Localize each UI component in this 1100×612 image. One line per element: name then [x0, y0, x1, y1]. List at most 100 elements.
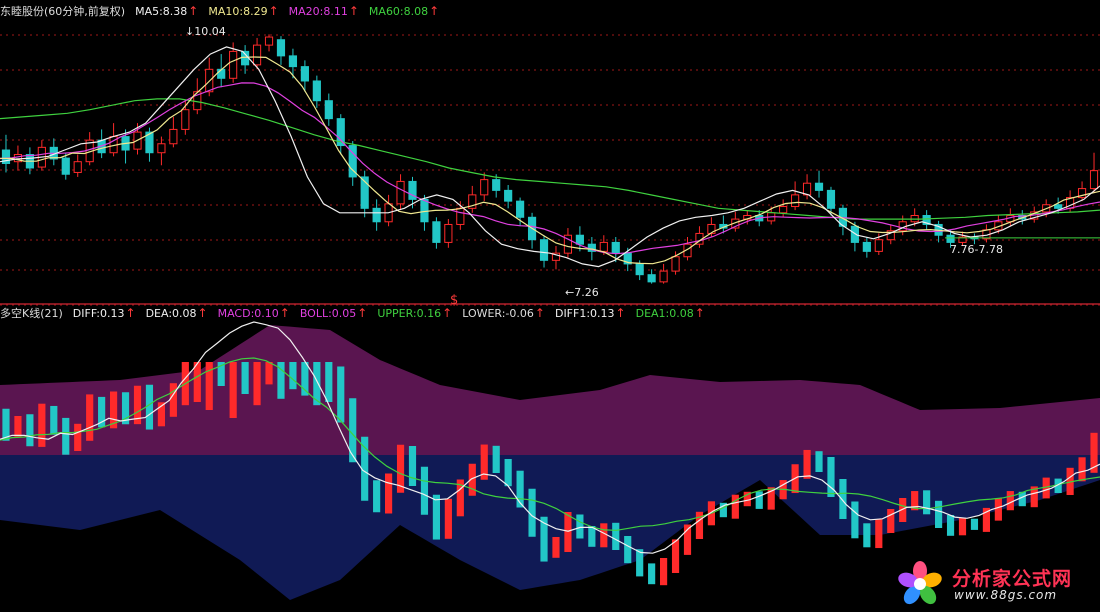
- legend-text: DIFF1:0.13: [554, 307, 615, 320]
- up-arrow-icon: ↑: [268, 4, 279, 18]
- candle-body: [671, 256, 680, 272]
- candle-body: [181, 109, 190, 130]
- macd-bar: [504, 459, 512, 487]
- macd-bar: [660, 558, 668, 586]
- legend-text: 东睦股份(60分钟,前复权): [0, 5, 126, 18]
- legend-item: 多空K线(21): [0, 307, 63, 320]
- macd-bar: [552, 537, 560, 558]
- candle-body: [575, 234, 584, 245]
- candle-body: [504, 189, 513, 202]
- macd-bar: [935, 500, 943, 528]
- candle-body: [814, 182, 824, 191]
- candle-body: [61, 157, 70, 175]
- macd-bar: [62, 417, 70, 455]
- legend-item: UPPER:0.16↑: [377, 306, 453, 320]
- legend-item: DEA1:0.08↑: [636, 306, 705, 320]
- candle-body: [635, 263, 644, 276]
- up-arrow-icon: ↑: [694, 306, 705, 320]
- macd-bar: [408, 446, 417, 486]
- candle-body: [73, 161, 82, 173]
- up-arrow-icon: ↑: [534, 306, 545, 320]
- candle-body: [324, 100, 333, 120]
- up-arrow-icon: ↑: [188, 4, 199, 18]
- upper-band: [0, 325, 1100, 455]
- candle-body: [1054, 204, 1063, 209]
- indicator-legend: 多空K线(21) DIFF:0.13↑ DEA:0.08↑ MACD:0.10↑ BOL…: [0, 306, 715, 320]
- macd-bar: [875, 519, 883, 549]
- candle-body: [826, 189, 836, 209]
- candle-body: [420, 198, 429, 223]
- candle-body: [372, 207, 381, 223]
- macd-bar: [38, 403, 46, 447]
- candle-body: [444, 223, 453, 243]
- macd-bar: [839, 479, 847, 519]
- macd-bar: [265, 362, 273, 385]
- up-arrow-icon: ↑: [197, 306, 208, 320]
- candle-body: [659, 270, 668, 283]
- candle-body: [396, 180, 405, 205]
- macd-bar: [755, 491, 763, 509]
- macd-bar: [731, 494, 739, 519]
- high-price-label: ↓10.04: [185, 25, 226, 38]
- up-arrow-icon: ↑: [357, 306, 368, 320]
- legend-text: DIFF:0.13: [72, 307, 125, 320]
- candle-body: [217, 68, 226, 79]
- up-arrow-icon: ↑: [442, 306, 453, 320]
- macd-bar: [385, 473, 393, 514]
- macd-bar: [958, 517, 967, 536]
- candle-body: [647, 274, 656, 283]
- candle-body: [1089, 170, 1099, 190]
- candle-body: [946, 234, 955, 243]
- macd-bar: [229, 362, 237, 418]
- candle-body: [456, 207, 465, 225]
- macd-bar: [145, 384, 154, 430]
- macd-bar: [1006, 491, 1014, 511]
- watermark-title: 分析家公式网: [952, 568, 1073, 590]
- watermark-url: www.88gs.com: [954, 588, 1058, 602]
- macd-bar: [946, 515, 955, 536]
- candle-body: [779, 206, 788, 214]
- macd-bar: [50, 405, 58, 435]
- legend-text: MA60:8.08: [368, 5, 429, 18]
- macd-bar: [624, 536, 632, 564]
- candle-body: [229, 50, 238, 79]
- macd-bar: [86, 394, 94, 441]
- candle-body: [264, 36, 274, 46]
- macd-bar: [970, 518, 979, 530]
- candle-body: [288, 55, 298, 68]
- candle-body: [300, 66, 309, 82]
- macd-bar: [815, 451, 823, 472]
- candle-body: [276, 39, 286, 57]
- candle-body: [169, 128, 178, 145]
- flower-logo-icon: [898, 561, 942, 605]
- ma60-line: [0, 98, 1100, 220]
- legend-text: MACD:0.10: [217, 307, 279, 320]
- legend-item: 东睦股份(60分钟,前复权): [0, 5, 125, 18]
- macd-bar: [169, 383, 177, 417]
- macd-bar: [612, 522, 620, 550]
- macd-bar: [444, 498, 452, 539]
- candle-body: [252, 44, 262, 66]
- candle-body: [539, 239, 549, 261]
- macd-bar: [74, 423, 82, 451]
- range-label: 7.76-7.78: [950, 243, 1003, 256]
- legend-item: MACD:0.10↑: [217, 306, 290, 320]
- legend-text: 多空K线(21): [0, 307, 63, 320]
- macd-bar: [14, 416, 22, 437]
- candle-body: [850, 225, 859, 243]
- candle-body: [874, 239, 883, 252]
- macd-bar: [671, 539, 680, 573]
- candle-body: [862, 241, 871, 252]
- candle-body: [516, 200, 525, 218]
- macd-bar: [564, 512, 572, 552]
- legend-text: UPPER:0.16: [377, 307, 442, 320]
- macd-bar: [588, 526, 596, 547]
- up-arrow-icon: ↑: [125, 306, 136, 320]
- main-legend: 东睦股份(60分钟,前复权) MA5:8.38↑ MA10:8.29↑ MA20:8.…: [0, 4, 449, 18]
- up-arrow-icon: ↑: [615, 306, 626, 320]
- legend-item: BOLL:0.05↑: [300, 306, 368, 320]
- macd-bar: [325, 362, 333, 402]
- macd-bar: [1078, 457, 1086, 482]
- legend-item: DIFF1:0.13↑: [554, 306, 626, 320]
- macd-bar: [576, 514, 584, 539]
